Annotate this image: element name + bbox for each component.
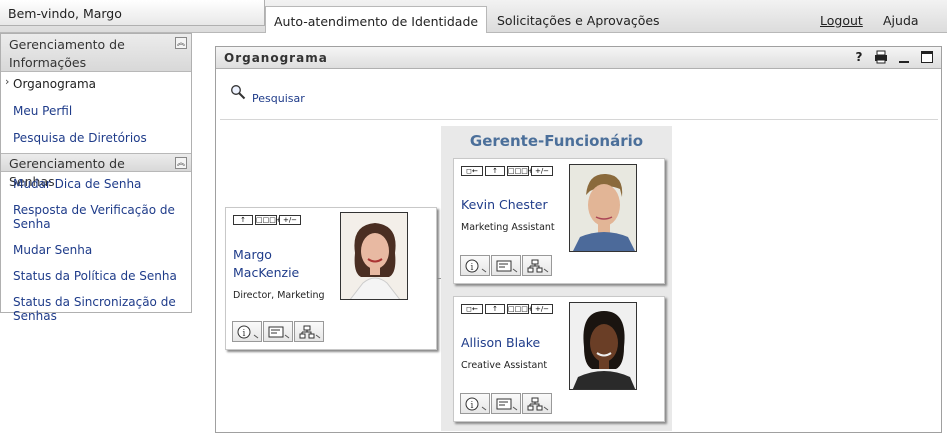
expand-collapse-button[interactable]: +/− [531,166,553,176]
collapse-up-icon[interactable]: ︽ [175,157,187,169]
manager-job-title: Director, Marketing [233,290,325,301]
employee-job-title: Creative Assistant [461,360,548,371]
search-link[interactable]: Pesquisar [252,92,305,105]
print-icon[interactable] [874,50,888,64]
expand-collapse-button[interactable]: +/− [531,304,553,314]
sidebar-item-org-chart[interactable]: Organograma [1,72,191,95]
employee-name[interactable]: Kevin Chester [461,196,548,214]
add-team-button[interactable]: □□□+ [507,166,534,176]
manager-card: ↑ □□□++/− Margo MacKenzie Director, Marke… [225,207,437,350]
sidebar-item-password-challenge-response[interactable]: Resposta de Verificação de Senha [1,195,191,235]
sidebar-item-my-profile[interactable]: Meu Perfil [1,95,191,122]
manager-view-button[interactable]: ◻← [461,304,483,314]
card-actions: i [460,393,553,414]
employee-job-title: Marketing Assistant [461,222,555,233]
sidebar: Gerenciamento de Informações ︽ Organogra… [0,33,192,323]
app-root: Bem-vindo, Margo Auto-atendimento de Ide… [0,0,947,436]
sidebar-item-change-password-hint[interactable]: Mudar Dica de Senha [1,172,191,195]
expand-collapse-button[interactable]: +/− [279,215,301,225]
employee-card: ◻← ↑ □□□++/− Kevin Chester Marketing Assis… [453,158,665,284]
group-title: Gerente-Funcionário [469,132,644,150]
up-level-button[interactable]: ↑ [485,166,505,176]
minimize-icon[interactable] [897,50,911,64]
sidebar-section-info-management[interactable]: Gerenciamento de Informações ︽ [1,34,191,72]
email-icon[interactable] [263,321,293,342]
employee-card: ◻← ↑ □□□++/− Allison Blake Creative Assist… [453,296,665,422]
portlet-title: Organograma [224,51,328,65]
info-icon[interactable]: i [460,393,490,414]
employee-photo [569,302,637,390]
svg-text:i: i [243,329,246,339]
manager-name[interactable]: Margo MacKenzie [233,246,299,282]
welcome-message: Bem-vindo, Margo [0,0,265,26]
card-toolbar: ◻← ↑ □□□++/− [461,166,555,176]
manager-first-name[interactable]: Margo [233,246,299,264]
info-icon[interactable]: i [460,255,490,276]
add-team-button[interactable]: □□□+ [507,304,534,314]
email-icon[interactable] [491,255,521,276]
card-toolbar: ↑ □□□++/− [233,215,303,225]
card-actions: i [232,321,325,342]
add-team-button[interactable]: □□□+ [255,215,282,225]
collapse-up-icon[interactable]: ︽ [175,37,187,49]
org-chart-icon[interactable] [294,321,324,342]
divider [220,119,938,120]
employee-name[interactable]: Allison Blake [461,334,540,352]
sidebar-section-password-management[interactable]: Gerenciamento de Senhas ︽ [1,153,191,189]
sidebar-item-change-password[interactable]: Mudar Senha [1,235,191,261]
employee-photo [569,164,637,252]
sidebar-section-title: Gerenciamento de Informações [9,37,125,70]
manager-photo [340,212,408,300]
tab-requests-approvals[interactable]: Solicitações e Aprovações [497,6,660,33]
sidebar-item-password-sync-status[interactable]: Status da Sincronização de Senhas [1,287,191,327]
manager-last-name[interactable]: MacKenzie [233,264,299,282]
card-toolbar: ◻← ↑ □□□++/− [461,304,555,314]
portlet-header: Organograma ? [216,47,941,69]
info-icon[interactable]: i [232,321,262,342]
sidebar-item-password-policy-status[interactable]: Status da Política de Senha [1,261,191,287]
logout-link[interactable]: Logout [820,6,863,33]
up-level-button[interactable]: ↑ [233,215,253,225]
org-chart-icon[interactable] [522,393,552,414]
tab-identity-self-service[interactable]: Auto-atendimento de Identidade [265,6,488,33]
maximize-icon[interactable] [920,50,934,64]
up-level-button[interactable]: ↑ [485,304,505,314]
card-actions: i [460,255,553,276]
top-navigation-bar: Bem-vindo, Margo Auto-atendimento de Ide… [0,0,947,33]
search-icon[interactable] [230,84,246,100]
help-link[interactable]: Ajuda [883,6,919,33]
sidebar-item-directory-search[interactable]: Pesquisa de Diretórios [1,122,191,149]
svg-text:i: i [471,263,474,273]
svg-text:i: i [471,401,474,411]
manager-view-button[interactable]: ◻← [461,166,483,176]
email-icon[interactable] [491,393,521,414]
help-icon[interactable]: ? [852,50,866,64]
org-chart-icon[interactable] [522,255,552,276]
